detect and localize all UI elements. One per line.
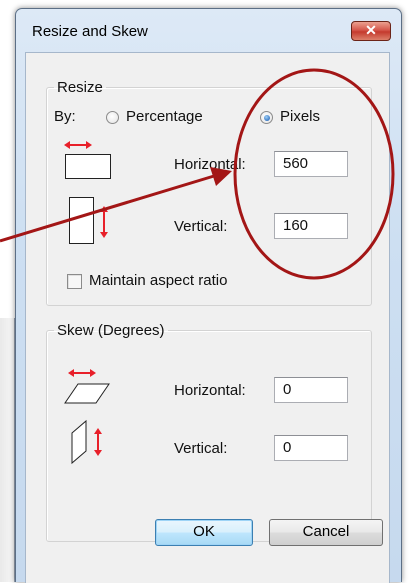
skew-horizontal-label: Horizontal: xyxy=(174,382,246,399)
skew-vertical-input[interactable]: 0 xyxy=(274,435,348,461)
percentage-label[interactable]: Percentage xyxy=(126,108,203,125)
resize-vertical-input[interactable]: 160 xyxy=(274,213,348,239)
by-label: By: xyxy=(54,108,76,125)
resize-skew-dialog: Resize and Skew ✕ Resize By: Percentage … xyxy=(15,8,402,583)
percentage-radio[interactable] xyxy=(106,111,119,124)
pixels-label[interactable]: Pixels xyxy=(280,108,320,125)
maintain-aspect-checkbox[interactable] xyxy=(67,274,82,289)
close-icon: ✕ xyxy=(365,22,377,38)
title-bar[interactable]: Resize and Skew ✕ xyxy=(16,9,401,51)
dialog-title: Resize and Skew xyxy=(32,23,148,40)
cancel-button[interactable]: Cancel xyxy=(269,519,383,546)
resize-horizontal-icon xyxy=(64,141,111,179)
skew-group-title: Skew (Degrees) xyxy=(57,322,165,339)
pixels-radio[interactable] xyxy=(260,111,273,124)
resize-horizontal-input[interactable]: 560 xyxy=(274,151,348,177)
skew-vertical-icon xyxy=(71,419,102,465)
skew-horizontal-input[interactable]: 0 xyxy=(274,377,348,403)
resize-horizontal-label: Horizontal: xyxy=(174,156,246,173)
resize-vertical-label: Vertical: xyxy=(174,218,228,235)
resize-vertical-icon xyxy=(69,197,108,244)
dialog-client-area: Resize By: Percentage Pixels Horizontal:… xyxy=(25,52,390,583)
background-window-edge xyxy=(0,318,15,582)
maintain-aspect-label[interactable]: Maintain aspect ratio xyxy=(89,272,227,289)
resize-group-title: Resize xyxy=(57,79,103,96)
close-button[interactable]: ✕ xyxy=(351,21,391,41)
skew-vertical-label: Vertical: xyxy=(174,440,228,457)
skew-horizontal-icon xyxy=(64,369,110,404)
ok-button[interactable]: OK xyxy=(155,519,253,546)
